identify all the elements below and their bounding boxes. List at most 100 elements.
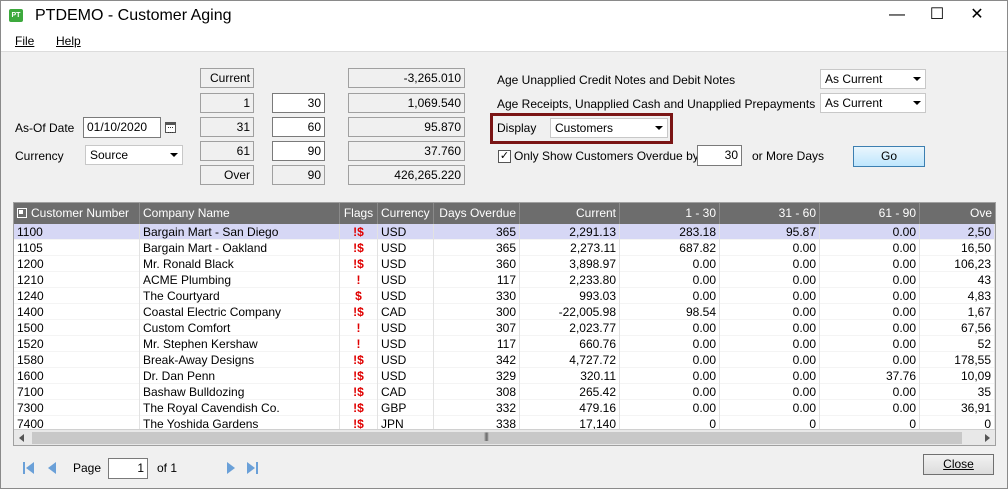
scroll-thumb[interactable] — [32, 432, 962, 444]
col-customer-number[interactable]: Customer Number — [14, 203, 140, 224]
bucket3-to-input[interactable]: 90 — [272, 141, 325, 161]
chevron-down-icon — [913, 77, 921, 81]
table-row[interactable]: 1600 Dr. Dan Penn !$ USD 329 320.11 0.00 0.00 37… — [14, 368, 995, 384]
age-credit-select[interactable]: As Current — [820, 69, 926, 89]
cell-61-90: 0.00 — [820, 272, 920, 288]
cell-company-name: ACME Plumbing — [140, 272, 340, 288]
cell-company-name: Mr. Ronald Black — [140, 256, 340, 272]
cell-31-60: 0.00 — [720, 352, 820, 368]
table-row[interactable]: 7300 The Royal Cavendish Co. !$ GBP 332 479.1… — [14, 400, 995, 416]
bucket2-to-input[interactable]: 60 — [272, 117, 325, 137]
cell-currency: GBP — [378, 400, 434, 416]
cell-current: 2,273.11 — [520, 240, 620, 256]
cell-flags: ! — [340, 272, 378, 288]
cell-currency: USD — [378, 352, 434, 368]
calendar-icon[interactable] — [165, 122, 176, 133]
overdue-checkbox[interactable]: ✓ — [498, 150, 511, 163]
cell-61-90: 0.00 — [820, 304, 920, 320]
cell-31-60: 0.00 — [720, 384, 820, 400]
currency-select[interactable]: Source — [85, 145, 183, 165]
col-current[interactable]: Current — [520, 203, 620, 224]
cell-31-60: 95.87 — [720, 224, 820, 240]
cell-customer-number: 1500 — [14, 320, 140, 336]
previous-page-icon[interactable] — [46, 461, 60, 475]
cell-current: 3,898.97 — [520, 256, 620, 272]
col-61-90[interactable]: 61 - 90 — [820, 203, 920, 224]
cell-customer-number: 1600 — [14, 368, 140, 384]
table-row[interactable]: 1520 Mr. Stephen Kershaw! USD 117 660.76 0.00… — [14, 336, 995, 352]
bucket2-from: 31 — [200, 117, 254, 137]
table-row[interactable]: 1400 Coastal Electric Company !$ CAD 300 -22,… — [14, 304, 995, 320]
menu-file[interactable]: File — [15, 34, 34, 48]
cell-over: 67,56 — [920, 320, 995, 336]
bucket1-to-input[interactable]: 30 — [272, 93, 325, 113]
col-flags[interactable]: Flags — [340, 203, 378, 224]
as-of-date-label: As-Of Date — [15, 121, 75, 135]
cell-days-overdue: 307 — [434, 320, 520, 336]
maximize-icon[interactable]: ☐ — [917, 3, 957, 29]
cell-over: 178,55 — [920, 352, 995, 368]
cell-company-name: Bargain Mart - Oakland — [140, 240, 340, 256]
page-input[interactable]: 1 — [108, 458, 148, 479]
cell-customer-number: 1105 — [14, 240, 140, 256]
overdue-days-input[interactable]: 30 — [697, 145, 742, 166]
window-title: PTDEMO - Customer Aging — [35, 7, 232, 24]
table-row[interactable]: 1105 Bargain Mart - Oakland !$ USD 365 2,273.… — [14, 240, 995, 256]
cell-1-30: 0.00 — [620, 352, 720, 368]
cell-days-overdue: 308 — [434, 384, 520, 400]
chevron-down-icon — [170, 153, 178, 157]
col-company-name[interactable]: Company Name — [140, 203, 340, 224]
cell-1-30: 283.18 — [620, 224, 720, 240]
as-of-date-input[interactable]: 01/10/2020 — [83, 117, 161, 138]
overdue-suffix-label: or More Days — [752, 149, 825, 163]
app-icon: PT — [9, 9, 23, 22]
table-row[interactable]: 1100 Bargain Mart - San Diego !$ USD 365 2,29… — [14, 224, 995, 240]
cell-days-overdue: 360 — [434, 256, 520, 272]
cell-days-overdue: 329 — [434, 368, 520, 384]
cell-1-30: 0.00 — [620, 288, 720, 304]
table-row[interactable]: 1200 Mr. Ronald Black !$ USD 360 3,898.97 0.00… — [14, 256, 995, 272]
menu-help[interactable]: Help — [56, 34, 81, 48]
age-receipts-select[interactable]: As Current — [820, 93, 926, 113]
cell-current: 4,727.72 — [520, 352, 620, 368]
cell-flags: !$ — [340, 352, 378, 368]
cell-currency: USD — [378, 368, 434, 384]
cell-1-30: 98.54 — [620, 304, 720, 320]
minimize-icon[interactable]: — — [877, 3, 917, 29]
col-days-overdue[interactable]: Days Overdue — [434, 203, 520, 224]
display-select[interactable]: Customers — [550, 118, 668, 138]
first-page-icon[interactable] — [23, 461, 37, 475]
cell-61-90: 0.00 — [820, 336, 920, 352]
over-bucket-days: 90 — [272, 165, 325, 185]
col-1-30[interactable]: 1 - 30 — [620, 203, 720, 224]
cell-customer-number: 1400 — [14, 304, 140, 320]
cell-flags: !$ — [340, 304, 378, 320]
table-row[interactable]: 1240 The Courtyard $ USD 330 993.03 0.00 0.00 0.… — [14, 288, 995, 304]
current-bucket-label: Current — [200, 68, 254, 88]
cell-over: 43 — [920, 272, 995, 288]
cell-customer-number: 1580 — [14, 352, 140, 368]
cell-1-30: 0.00 — [620, 384, 720, 400]
col-over[interactable]: Ove — [920, 203, 995, 224]
cell-days-overdue: 117 — [434, 272, 520, 288]
close-button[interactable]: Close — [923, 454, 994, 475]
go-button[interactable]: Go — [853, 146, 925, 167]
last-page-icon[interactable] — [246, 461, 260, 475]
table-row[interactable]: 1580 Break-Away Designs !$ USD 342 4,727.72 0.… — [14, 352, 995, 368]
cell-31-60: 0.00 — [720, 320, 820, 336]
col-31-60[interactable]: 31 - 60 — [720, 203, 820, 224]
cell-customer-number: 1240 — [14, 288, 140, 304]
close-window-icon[interactable]: ✕ — [957, 3, 997, 29]
total-over: 426,265.220 — [348, 165, 465, 185]
cell-31-60: 0.00 — [720, 240, 820, 256]
cell-61-90: 0.00 — [820, 256, 920, 272]
cell-company-name: Break-Away Designs — [140, 352, 340, 368]
cell-currency: USD — [378, 256, 434, 272]
col-currency[interactable]: Currency — [378, 203, 434, 224]
table-row[interactable]: 1210 ACME Plumbing! USD 117 2,233.80 0.00 0.00… — [14, 272, 995, 288]
cell-customer-number: 1200 — [14, 256, 140, 272]
table-row[interactable]: 1500 Custom Comfort! USD 307 2,023.77 0.00 0.0… — [14, 320, 995, 336]
next-page-icon[interactable] — [225, 461, 239, 475]
horizontal-scrollbar[interactable]: ||| — [14, 429, 995, 445]
table-row[interactable]: 7100 Bashaw Bulldozing !$ CAD 308 265.42 0.00 0… — [14, 384, 995, 400]
